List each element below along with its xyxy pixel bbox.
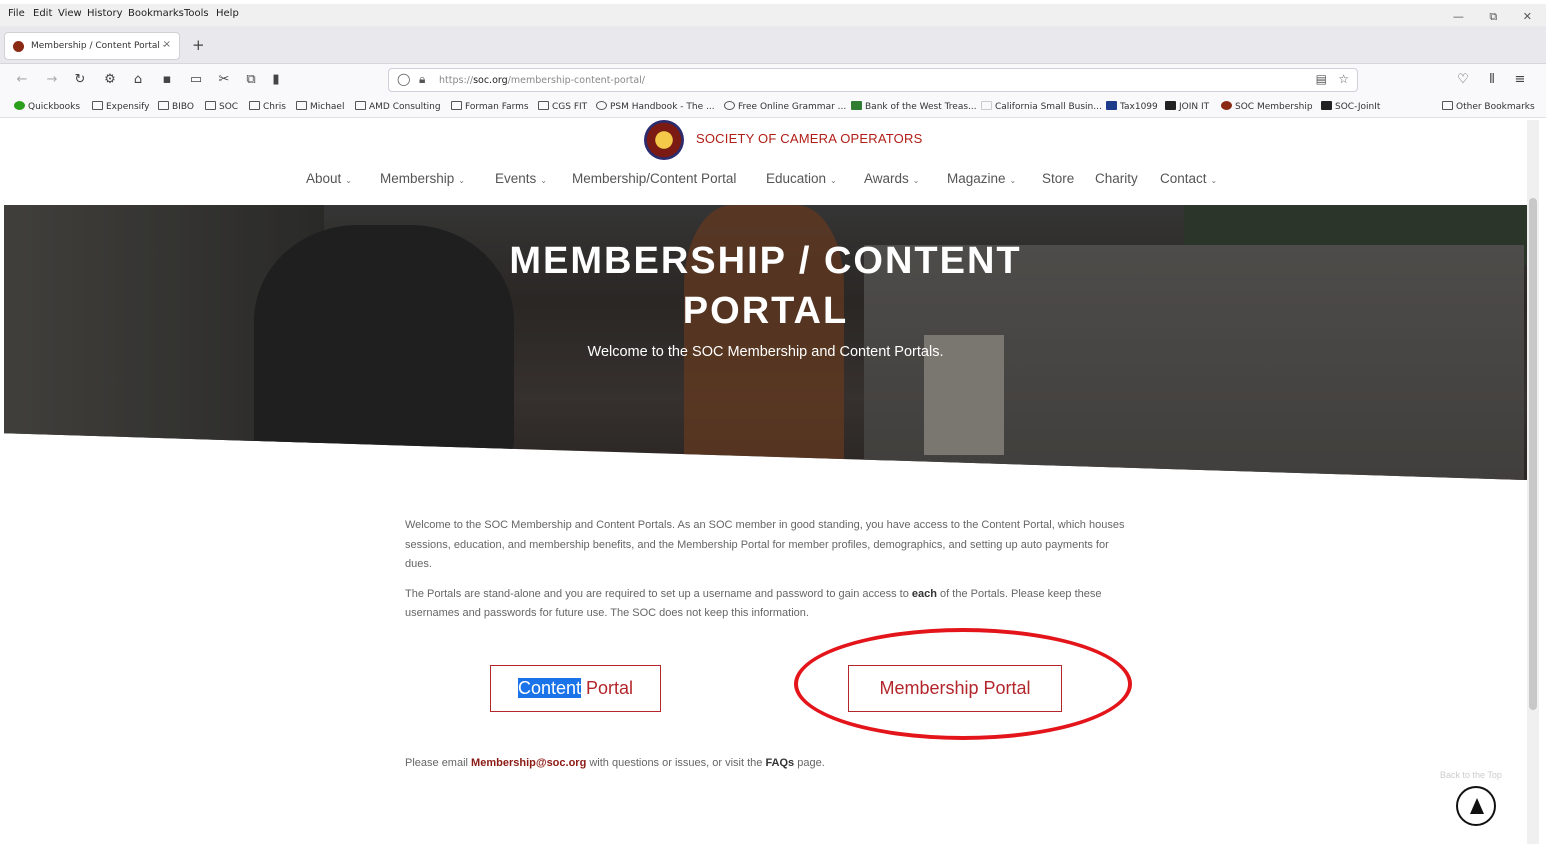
intro-paragraph: Welcome to the SOC Membership and Conten… — [405, 519, 1125, 570]
menu-bar: File Edit View History Bookmarks Tools H… — [0, 4, 1546, 26]
back-to-top-icon[interactable] — [1456, 786, 1496, 826]
hero-title: MEMBERSHIP / CONTENT PORTAL — [509, 240, 1022, 332]
back-arrow-icon[interactable]: ← — [14, 72, 30, 87]
intro-text: Welcome to the SOC Membership and Conten… — [405, 516, 1135, 634]
nav-charity[interactable]: Charity — [1095, 171, 1138, 186]
pocket-icon[interactable]: ♡ — [1455, 72, 1471, 87]
bookmark-item[interactable]: Bank of the West Treas... — [851, 101, 977, 112]
soc-logo[interactable] — [644, 120, 684, 160]
site-title[interactable]: SOCIETY OF CAMERA OPERATORS — [696, 131, 922, 146]
bookmark-folder[interactable]: CGS FIT — [538, 101, 587, 112]
chevron-down-icon: ⌄ — [1009, 176, 1017, 185]
hamburger-menu-icon[interactable]: ≡ — [1512, 72, 1528, 87]
close-window-button[interactable]: ✕ — [1523, 10, 1532, 23]
bookmark-item[interactable]: SOC-JoinIt — [1321, 101, 1380, 112]
tab-membership-portal[interactable]: Membership / Content Portal - × — [4, 32, 180, 60]
print-icon[interactable]: ▪ — [159, 72, 175, 87]
chevron-down-icon: ⌄ — [345, 176, 352, 185]
bookmark-item[interactable]: Free Online Grammar ... — [724, 101, 846, 112]
bookmark-folder[interactable]: SOC — [205, 101, 238, 112]
new-tab-button[interactable]: + — [192, 36, 205, 54]
menu-bookmarks[interactable]: Bookmarks — [128, 8, 184, 19]
nav-toolbar: ← → ↻ ⚙ ⌂ ▪ ▭ ✂ ⧉ ▮ ◯ 🔒︎ https://soc.org… — [0, 64, 1546, 96]
chevron-down-icon: ⌄ — [1210, 176, 1218, 185]
library-icon[interactable]: ⫴ — [1484, 72, 1500, 87]
bookmark-folder[interactable]: BIBO — [158, 101, 194, 112]
paste-icon[interactable]: ▮ — [268, 72, 284, 87]
membership-email-link[interactable]: Membership@soc.org — [471, 757, 586, 769]
menu-view[interactable]: View — [58, 8, 82, 19]
home-icon[interactable]: ⌂ — [130, 72, 146, 87]
bookmark-star-icon[interactable]: ☆ — [1338, 72, 1349, 86]
bookmark-item[interactable]: PSM Handbook - The ... — [596, 101, 715, 112]
screenshot-icon[interactable]: ▭ — [188, 72, 204, 87]
bookmark-item[interactable]: SOC Membership — [1221, 101, 1313, 112]
bookmark-folder[interactable]: Michael — [296, 101, 344, 112]
bookmark-item[interactable]: Tax1099 — [1106, 101, 1158, 112]
contact-line: Please email Membership@soc.org with que… — [405, 757, 825, 769]
forward-arrow-icon[interactable]: → — [44, 72, 60, 87]
bookmark-item[interactable]: Expensify — [92, 101, 150, 112]
bookmark-item[interactable]: JOIN IT — [1165, 101, 1209, 112]
tab-title: Membership / Content Portal - — [31, 41, 166, 51]
settings-gear-icon[interactable]: ⚙ — [102, 72, 118, 87]
menu-edit[interactable]: Edit — [33, 8, 52, 19]
highlight-annotation-ellipse — [794, 628, 1132, 740]
nav-education[interactable]: Education ⌄ — [766, 171, 837, 186]
reload-icon[interactable]: ↻ — [72, 72, 88, 87]
minimize-button[interactable]: — — [1453, 10, 1464, 23]
content-portal-button[interactable]: Content Portal — [490, 665, 661, 712]
nav-membership[interactable]: Membership ⌄ — [380, 171, 465, 186]
shield-icon[interactable]: ◯ — [397, 72, 410, 86]
bookmark-folder[interactable]: Forman Farms — [451, 101, 529, 112]
bookmark-folder[interactable]: AMD Consulting — [355, 101, 441, 112]
chevron-down-icon: ⌄ — [540, 176, 547, 185]
address-bar[interactable]: ◯ 🔒︎ https://soc.org/membership-content-… — [388, 68, 1358, 92]
main-navigation: About ⌄ Membership ⌄ Events ⌄ Membership/Co… — [0, 171, 1546, 193]
url-text: https://soc.org/membership-content-porta… — [439, 75, 645, 86]
menu-tools[interactable]: Tools — [184, 8, 209, 19]
copy-icon[interactable]: ⧉ — [243, 72, 259, 87]
bookmark-item[interactable]: California Small Busin... — [981, 101, 1102, 112]
nav-store[interactable]: Store — [1042, 171, 1074, 186]
nav-about[interactable]: About ⌄ — [306, 171, 352, 186]
menu-help[interactable]: Help — [216, 8, 239, 19]
intro-paragraph: The Portals are stand-alone and you are … — [405, 587, 1102, 620]
cut-icon[interactable]: ✂ — [216, 72, 232, 87]
chevron-down-icon: ⌄ — [912, 176, 920, 185]
menu-file[interactable]: File — [8, 8, 25, 19]
nav-contact[interactable]: Contact ⌄ — [1160, 171, 1217, 186]
restore-button[interactable]: ⧉ — [1489, 10, 1497, 24]
menu-history[interactable]: History — [87, 8, 123, 19]
chevron-down-icon: ⌄ — [458, 176, 465, 185]
bookmark-item[interactable]: Quickbooks — [14, 101, 80, 112]
hero-subtitle: Welcome to the SOC Membership and Conten… — [587, 344, 944, 360]
nav-events[interactable]: Events ⌄ — [495, 171, 547, 186]
lock-icon[interactable]: 🔒︎ — [419, 72, 425, 87]
nav-membership-content-portal[interactable]: Membership/Content Portal — [572, 171, 736, 186]
site-favicon-icon — [13, 41, 24, 52]
chevron-down-icon: ⌄ — [830, 176, 837, 185]
tab-strip: Membership / Content Portal - × + — [0, 26, 1546, 64]
nav-magazine[interactable]: Magazine ⌄ — [947, 171, 1016, 186]
bookmarks-bar: Quickbooks Expensify BIBO SOC Chris Mich… — [0, 96, 1546, 118]
other-bookmarks-folder[interactable]: Other Bookmarks — [1442, 101, 1535, 112]
faqs-link[interactable]: FAQs — [765, 757, 794, 769]
nav-awards[interactable]: Awards ⌄ — [864, 171, 919, 186]
page-scrollbar[interactable] — [1527, 120, 1539, 844]
back-to-top-label: Back to the Top — [1440, 770, 1502, 780]
tab-close-icon[interactable]: × — [163, 39, 171, 50]
reader-view-icon[interactable]: ▤ — [1316, 72, 1327, 86]
bookmark-folder[interactable]: Chris — [249, 101, 286, 112]
